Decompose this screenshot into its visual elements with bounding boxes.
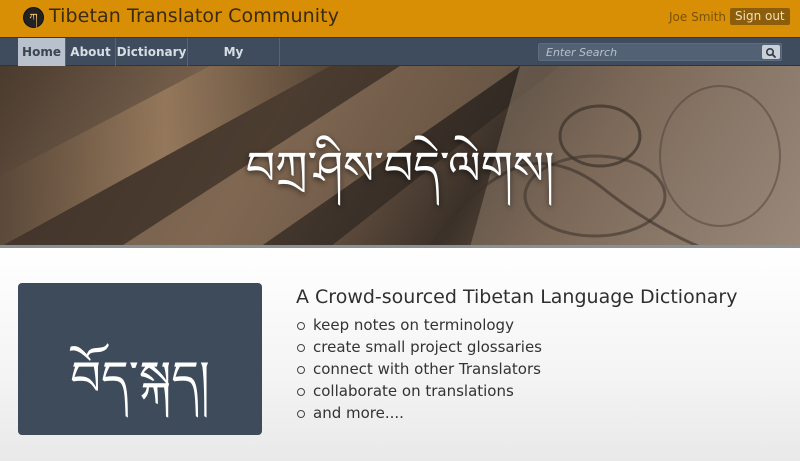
search-button[interactable]: [762, 45, 780, 59]
feature-item: create small project glossaries: [296, 336, 542, 358]
nav-my-glossaries[interactable]: My Glossaries: [188, 38, 280, 87]
main-nav: Home About Dictionary My Glossaries: [0, 37, 800, 87]
hero-banner: བཀྲ་ཤིས་བདེ་ལེགས།: [0, 66, 800, 247]
sign-out-button[interactable]: Sign out: [730, 8, 790, 25]
tibetan-language-card: བོད་སྐད།: [18, 283, 262, 435]
nav-dictionary[interactable]: Dictionary: [116, 38, 188, 66]
nav-home[interactable]: Home: [18, 38, 66, 66]
site-logo-icon[interactable]: ཀ: [23, 7, 44, 28]
feature-item: collaborate on translations: [296, 380, 542, 402]
site-title[interactable]: Tibetan Translator Community: [49, 5, 339, 27]
search-icon: [766, 47, 776, 58]
feature-item: and more....: [296, 402, 542, 424]
feature-item: keep notes on terminology: [296, 314, 542, 336]
nav-about[interactable]: About: [66, 38, 116, 66]
search-box: [538, 43, 782, 61]
tagline: A Crowd-sourced Tibetan Language Diction…: [296, 286, 738, 308]
tibetan-language-text: བོད་སྐད།: [70, 351, 210, 407]
feature-item: connect with other Translators: [296, 358, 542, 380]
main-content: བོད་སྐད། A Crowd-sourced Tibetan Languag…: [0, 248, 800, 461]
user-name-link[interactable]: Joe Smith: [669, 10, 726, 24]
search-input[interactable]: [539, 44, 761, 60]
top-bar: ཀ Tibetan Translator Community Joe Smith…: [0, 0, 800, 37]
feature-list: keep notes on terminology create small p…: [296, 314, 542, 424]
hero-greeting: བཀྲ་ཤིས་བདེ་ལེགས།: [245, 141, 555, 195]
